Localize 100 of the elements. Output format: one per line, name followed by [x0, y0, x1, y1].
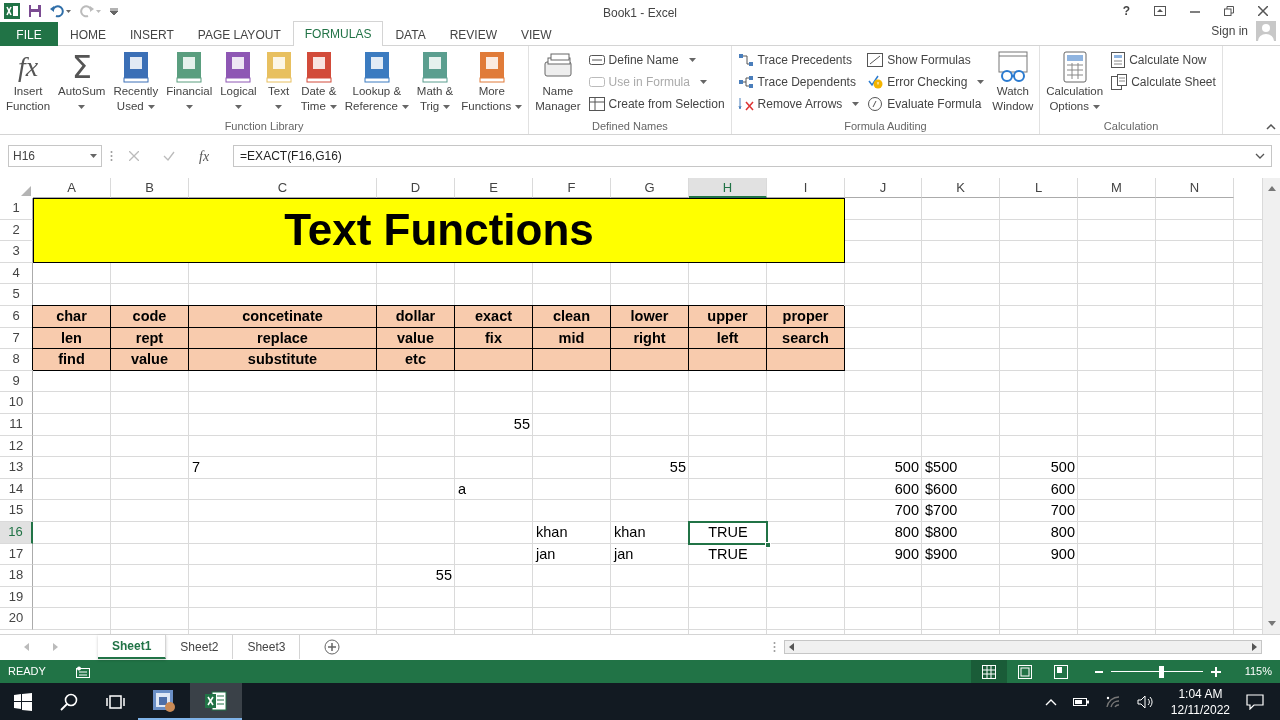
- table-cell[interactable]: 600: [845, 478, 922, 501]
- header-cell[interactable]: concetinate: [189, 305, 377, 328]
- table-cell[interactable]: 700: [1000, 500, 1078, 522]
- table-cell[interactable]: jan: [533, 543, 611, 566]
- table-cell[interactable]: TRUE: [689, 543, 767, 566]
- shaded-cell[interactable]: [767, 349, 845, 371]
- shaded-cell[interactable]: [611, 349, 689, 371]
- ribbon-button[interactable]: Evaluate Formula: [865, 94, 987, 114]
- table-cell[interactable]: 7: [189, 457, 377, 479]
- undo-icon[interactable]: [50, 4, 72, 18]
- chevron-up-icon[interactable]: [1044, 697, 1057, 706]
- header-cell[interactable]: rept: [111, 327, 189, 350]
- ribbon-button[interactable]: Trace Dependents: [735, 72, 862, 92]
- customize-icon[interactable]: [110, 7, 118, 15]
- ribbon-tab[interactable]: DATA: [383, 22, 438, 46]
- table-cell[interactable]: $500: [922, 457, 1000, 479]
- sheet-tab[interactable]: Sheet2: [166, 635, 234, 659]
- add-sheet-button[interactable]: [324, 639, 341, 655]
- ribbon-button[interactable]: Calculate Now: [1109, 50, 1218, 70]
- ribbon-button[interactable]: Define Name: [586, 50, 727, 70]
- header-cell[interactable]: code: [111, 305, 189, 328]
- table-cell[interactable]: 55: [377, 565, 455, 587]
- header-cell[interactable]: proper: [767, 305, 845, 328]
- ribbon-button[interactable]: Watch Window: [990, 48, 1036, 118]
- header-cell[interactable]: lower: [611, 305, 689, 328]
- taskbar-app[interactable]: [190, 683, 242, 720]
- header-cell[interactable]: etc: [377, 349, 455, 371]
- help-button[interactable]: ?: [1122, 2, 1130, 20]
- header-cell[interactable]: right: [611, 327, 689, 350]
- table-cell[interactable]: 600: [1000, 478, 1078, 501]
- header-cell[interactable]: dollar: [377, 305, 455, 328]
- ribbon-tab[interactable]: FILE: [0, 22, 58, 46]
- ribbon-button[interactable]: Text: [262, 48, 295, 118]
- sheet-tab[interactable]: Sheet1: [98, 635, 167, 659]
- header-cell[interactable]: exact: [455, 305, 533, 328]
- table-cell[interactable]: $800: [922, 521, 1000, 544]
- notification-icon[interactable]: [1246, 693, 1264, 710]
- header-cell[interactable]: search: [767, 327, 845, 350]
- ribbon-tab[interactable]: FORMULAS: [292, 21, 384, 46]
- macro-icon[interactable]: [75, 665, 90, 678]
- ribbon-button[interactable]: Lookup & Reference: [342, 48, 411, 118]
- table-cell[interactable]: 900: [1000, 543, 1078, 566]
- column-header[interactable]: H: [689, 178, 767, 198]
- shaded-cell[interactable]: [533, 349, 611, 371]
- collapse-icon[interactable]: [1266, 124, 1276, 130]
- header-cell[interactable]: left: [689, 327, 767, 350]
- ribbon-button[interactable]: Trace Precedents: [735, 50, 862, 70]
- ribbon-button[interactable]: fx Insert Function: [4, 48, 53, 118]
- table-cell[interactable]: jan: [611, 543, 689, 566]
- table-cell[interactable]: 900: [845, 543, 922, 566]
- header-cell[interactable]: value: [111, 349, 189, 371]
- table-cell[interactable]: khan: [611, 521, 689, 544]
- ribbon-button[interactable]: Remove Arrows: [735, 94, 862, 114]
- ribbon-tab[interactable]: PAGE LAYOUT: [185, 22, 293, 46]
- table-cell[interactable]: 500: [1000, 457, 1078, 479]
- header-cell[interactable]: len: [33, 327, 111, 350]
- restore-icon[interactable]: [1224, 6, 1234, 16]
- ribbon-button[interactable]: Show Formulas: [865, 50, 987, 70]
- view-button[interactable]: [970, 660, 1007, 683]
- header-cell[interactable]: replace: [189, 327, 377, 350]
- header-cell[interactable]: find: [33, 349, 111, 371]
- header-cell[interactable]: substitute: [189, 349, 377, 371]
- ribbon-button[interactable]: Recently Used: [111, 48, 161, 118]
- ribbon-button[interactable]: Error Checking: [865, 72, 987, 92]
- ribbon-button[interactable]: Σ AutoSum: [56, 48, 108, 118]
- ribbon-tab[interactable]: VIEW: [509, 22, 564, 46]
- ribbon-tab[interactable]: HOME: [58, 22, 118, 46]
- table-cell[interactable]: $700: [922, 500, 1000, 522]
- wifi-icon[interactable]: [1104, 694, 1121, 709]
- zoom-in-icon[interactable]: [1210, 666, 1221, 677]
- shaded-cell[interactable]: [455, 349, 533, 371]
- zoom-level[interactable]: 115%: [1244, 663, 1272, 680]
- insert-function-button[interactable]: fx: [199, 145, 210, 167]
- clock-date[interactable]: 12/11/2022: [1170, 701, 1230, 718]
- header-cell[interactable]: char: [33, 305, 111, 328]
- battery-icon[interactable]: [1072, 696, 1089, 707]
- volume-icon[interactable]: [1136, 694, 1155, 709]
- header-cell[interactable]: mid: [533, 327, 611, 350]
- table-cell[interactable]: khan: [533, 521, 611, 544]
- ribbon-button[interactable]: Math & Trig: [414, 48, 456, 118]
- ribbon-button[interactable]: More Functions: [459, 48, 525, 118]
- ribbon-button[interactable]: Calculation Options: [1044, 48, 1106, 118]
- ribbon-tab[interactable]: REVIEW: [437, 22, 509, 46]
- ribbon-button[interactable]: Financial: [164, 48, 215, 118]
- formula-field[interactable]: =EXACT(F16,G16): [233, 145, 1272, 167]
- table-cell[interactable]: 700: [845, 500, 922, 522]
- table-cell[interactable]: 500: [845, 457, 922, 479]
- table-cell[interactable]: a: [455, 478, 533, 501]
- ribbon-button[interactable]: Date & Time: [298, 48, 339, 118]
- clock-time[interactable]: 1:04 AM: [1178, 685, 1223, 702]
- close-icon[interactable]: [1258, 6, 1268, 16]
- ribbon-tab[interactable]: INSERT: [118, 22, 186, 46]
- table-cell[interactable]: $600: [922, 478, 1000, 501]
- table-cell[interactable]: 55: [611, 457, 689, 479]
- sign-in-link[interactable]: Sign in: [1211, 22, 1248, 40]
- sheet-tab[interactable]: Sheet3: [233, 635, 301, 659]
- shaded-cell[interactable]: [689, 349, 767, 371]
- header-cell[interactable]: value: [377, 327, 455, 350]
- ribbon-display-icon[interactable]: [1154, 6, 1166, 16]
- ribbon-button[interactable]: Create from Selection: [586, 94, 727, 114]
